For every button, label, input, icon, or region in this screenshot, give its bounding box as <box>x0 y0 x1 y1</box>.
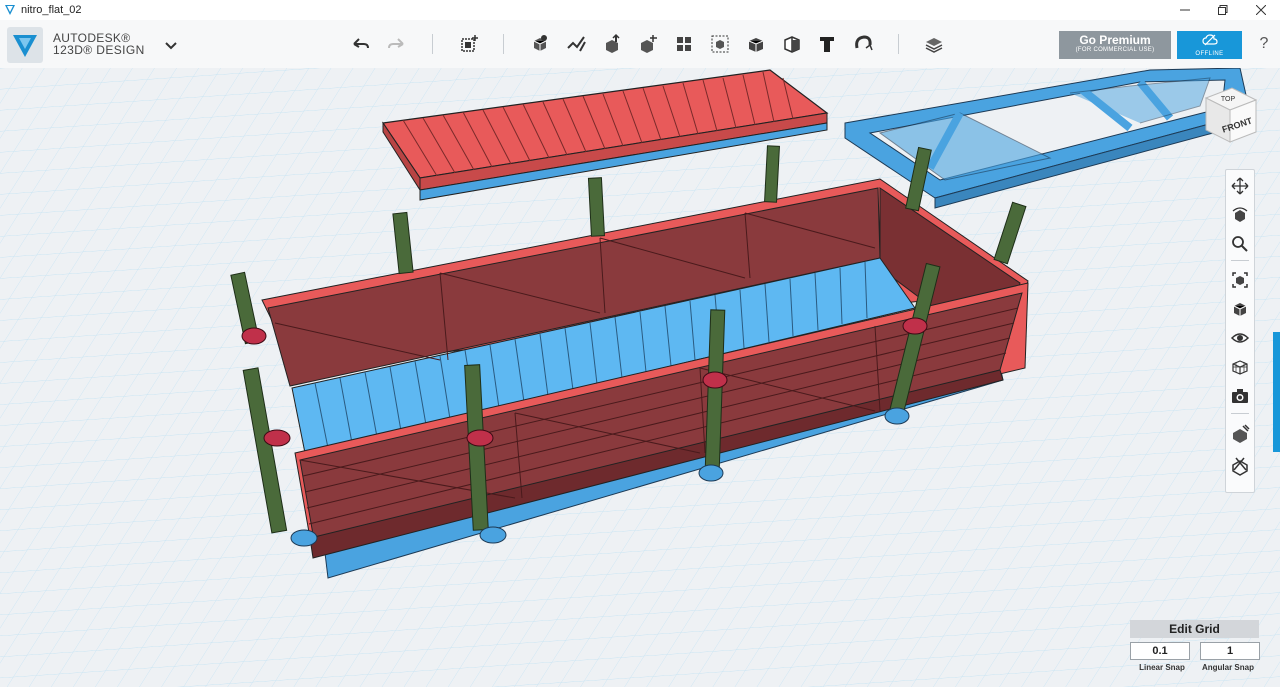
measure-button[interactable] <box>780 32 804 56</box>
window-title: nitro_flat_02 <box>21 4 82 16</box>
minimize-icon <box>1180 9 1190 11</box>
main-toolbar: AUTODESK® 123D® DESIGN Go Premium (FOR C… <box>0 20 1280 69</box>
fit-icon[interactable] <box>1230 270 1250 290</box>
modify-icon <box>641 35 657 53</box>
offline-button[interactable]: OFFLINE <box>1177 31 1242 59</box>
primitives-icon <box>533 35 547 51</box>
angular-snap-label: Angular Snap <box>1201 663 1254 672</box>
transform-icon <box>461 35 478 52</box>
construct-icon <box>606 33 620 53</box>
text-icon <box>820 37 834 52</box>
sketch-button[interactable] <box>564 32 588 56</box>
navigation-bar <box>1225 169 1255 493</box>
angular-snap-field[interactable]: 1 <box>1200 642 1260 660</box>
title-bar: nitro_flat_02 <box>0 0 1280 20</box>
app-logo[interactable] <box>7 27 43 63</box>
combine-button[interactable] <box>744 32 768 56</box>
scene-canvas <box>0 68 1280 687</box>
app-logo-icon <box>5 5 15 15</box>
primitives-button[interactable] <box>528 32 552 56</box>
go-premium-sublabel: (FOR COMMERCIAL USE) <box>1075 47 1155 53</box>
snap-button[interactable] <box>851 32 875 56</box>
transform-button[interactable] <box>457 32 481 56</box>
combine-icon <box>748 38 764 52</box>
help-button[interactable]: ? <box>1254 35 1274 55</box>
3d-viewport[interactable]: TOP FRONT <box>0 68 1280 687</box>
construct-button[interactable] <box>600 32 624 56</box>
screenshot-icon[interactable] <box>1230 386 1250 406</box>
go-premium-button[interactable]: Go Premium (FOR COMMERCIAL USE) <box>1059 31 1171 59</box>
view-cube[interactable]: TOP FRONT <box>1198 84 1262 148</box>
maximize-icon <box>1218 5 1228 15</box>
close-button[interactable] <box>1242 0 1280 20</box>
text-button[interactable] <box>815 32 839 56</box>
view-cube-top[interactable]: TOP <box>1221 96 1236 103</box>
orbit-icon[interactable] <box>1230 205 1250 225</box>
snap-icon <box>855 35 873 51</box>
material-icon[interactable] <box>1230 424 1250 444</box>
measure-icon <box>784 36 800 53</box>
go-premium-label: Go Premium <box>1079 33 1151 47</box>
group-icon <box>711 35 729 53</box>
linear-snap-field[interactable]: 0.1 <box>1130 642 1190 660</box>
pan-icon[interactable] <box>1230 176 1250 196</box>
pattern-button[interactable] <box>672 32 696 56</box>
outline-icon[interactable] <box>1230 456 1250 476</box>
linear-snap-label: Linear Snap <box>1139 663 1185 672</box>
material-button[interactable] <box>922 32 946 56</box>
visibility-icon[interactable] <box>1230 328 1250 348</box>
zoom-icon[interactable] <box>1230 234 1250 254</box>
close-icon <box>1256 5 1266 15</box>
offline-label: OFFLINE <box>1195 51 1224 57</box>
views-icon[interactable] <box>1230 299 1250 319</box>
edit-grid-panel: Edit Grid 0.1 1 Linear Snap Angular Snap <box>1130 620 1260 672</box>
modify-button[interactable] <box>636 32 660 56</box>
maximize-button[interactable] <box>1204 0 1242 20</box>
pattern-icon <box>677 37 691 51</box>
wireframe-icon[interactable] <box>1230 357 1250 377</box>
undo-icon <box>353 38 369 49</box>
chevron-down-icon[interactable] <box>163 37 179 53</box>
cloud-offline-icon <box>1201 34 1218 46</box>
brand-line-2: 123D® DESIGN <box>53 43 145 57</box>
edit-grid-button[interactable]: Edit Grid <box>1130 620 1259 638</box>
brand-name: AUTODESK® 123D® DESIGN <box>53 32 145 56</box>
redo-icon <box>388 38 404 49</box>
redo-button[interactable] <box>384 32 408 56</box>
group-button[interactable] <box>708 32 732 56</box>
minimize-button[interactable] <box>1166 0 1204 20</box>
sketch-icon <box>567 36 586 52</box>
material-icon <box>925 38 943 53</box>
undo-button[interactable] <box>349 32 373 56</box>
side-panel-toggle[interactable] <box>1273 332 1280 452</box>
